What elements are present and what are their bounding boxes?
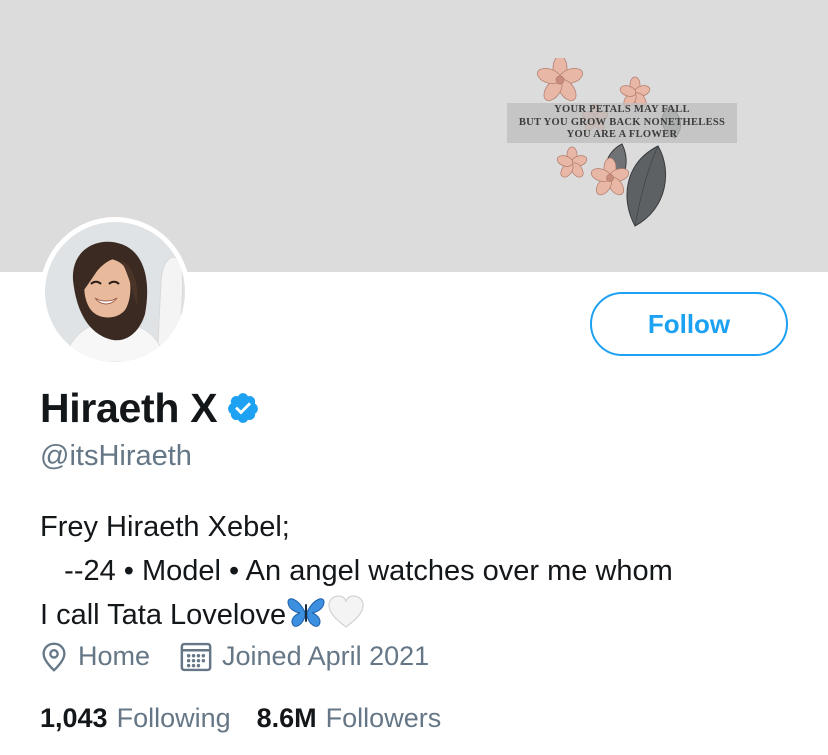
joined-date: Joined April 2021 [180,641,429,672]
display-name: Hiraeth X [40,384,218,431]
quote-line: BUT YOU GROW BACK NONETHELESS [518,116,726,128]
followers-label: Followers [325,703,442,733]
follow-button-label: Follow [647,308,731,339]
bio-line: I call Tata Lovelove [40,593,810,637]
bio-text: Frey Hiraeth Xebel; [40,511,290,543]
bio-line: --24 • Model • An angel watches over me … [40,549,810,593]
followers-count: 8.6M [256,703,317,733]
location-pin-icon [42,642,66,672]
location-text: Home [78,641,151,671]
banner-quote: YOUR PETALS MAY FALL BUT YOU GROW BACK N… [507,103,737,143]
quote-line: YOUR PETALS MAY FALL [554,104,690,115]
location: Home [40,641,150,672]
profile-stats: 1,043 Following 8.6M Followers [40,703,441,734]
calendar-icon [180,642,212,671]
followers-link[interactable]: 8.6M Followers [257,703,442,734]
follow-button[interactable]: Follow [590,292,788,356]
profile-bio: Frey Hiraeth Xebel; --24 • Model • An an… [40,505,810,637]
flower-illustration [537,58,682,227]
bio-text: I call Tata Lovelove [40,599,287,631]
avatar-photo [45,222,185,362]
bio-line: Frey Hiraeth Xebel; [40,505,810,549]
following-label: Following [116,703,231,733]
profile-handle: @itsHiraeth [40,440,192,472]
quote-line: YOU ARE A FLOWER [566,129,678,140]
following-link[interactable]: 1,043 Following [40,703,231,734]
avatar[interactable] [40,217,190,367]
profile-name-row: Hiraeth X [40,382,260,434]
joined-text: Joined April 2021 [222,641,430,671]
bio-text: --24 • Model • An angel watches over me … [40,555,673,587]
white-heart-icon [328,595,364,628]
following-count: 1,043 [40,703,108,733]
butterfly-icon [287,598,325,627]
profile-meta: Home Joined April 2021 [40,641,429,672]
verified-badge-icon [228,393,259,423]
